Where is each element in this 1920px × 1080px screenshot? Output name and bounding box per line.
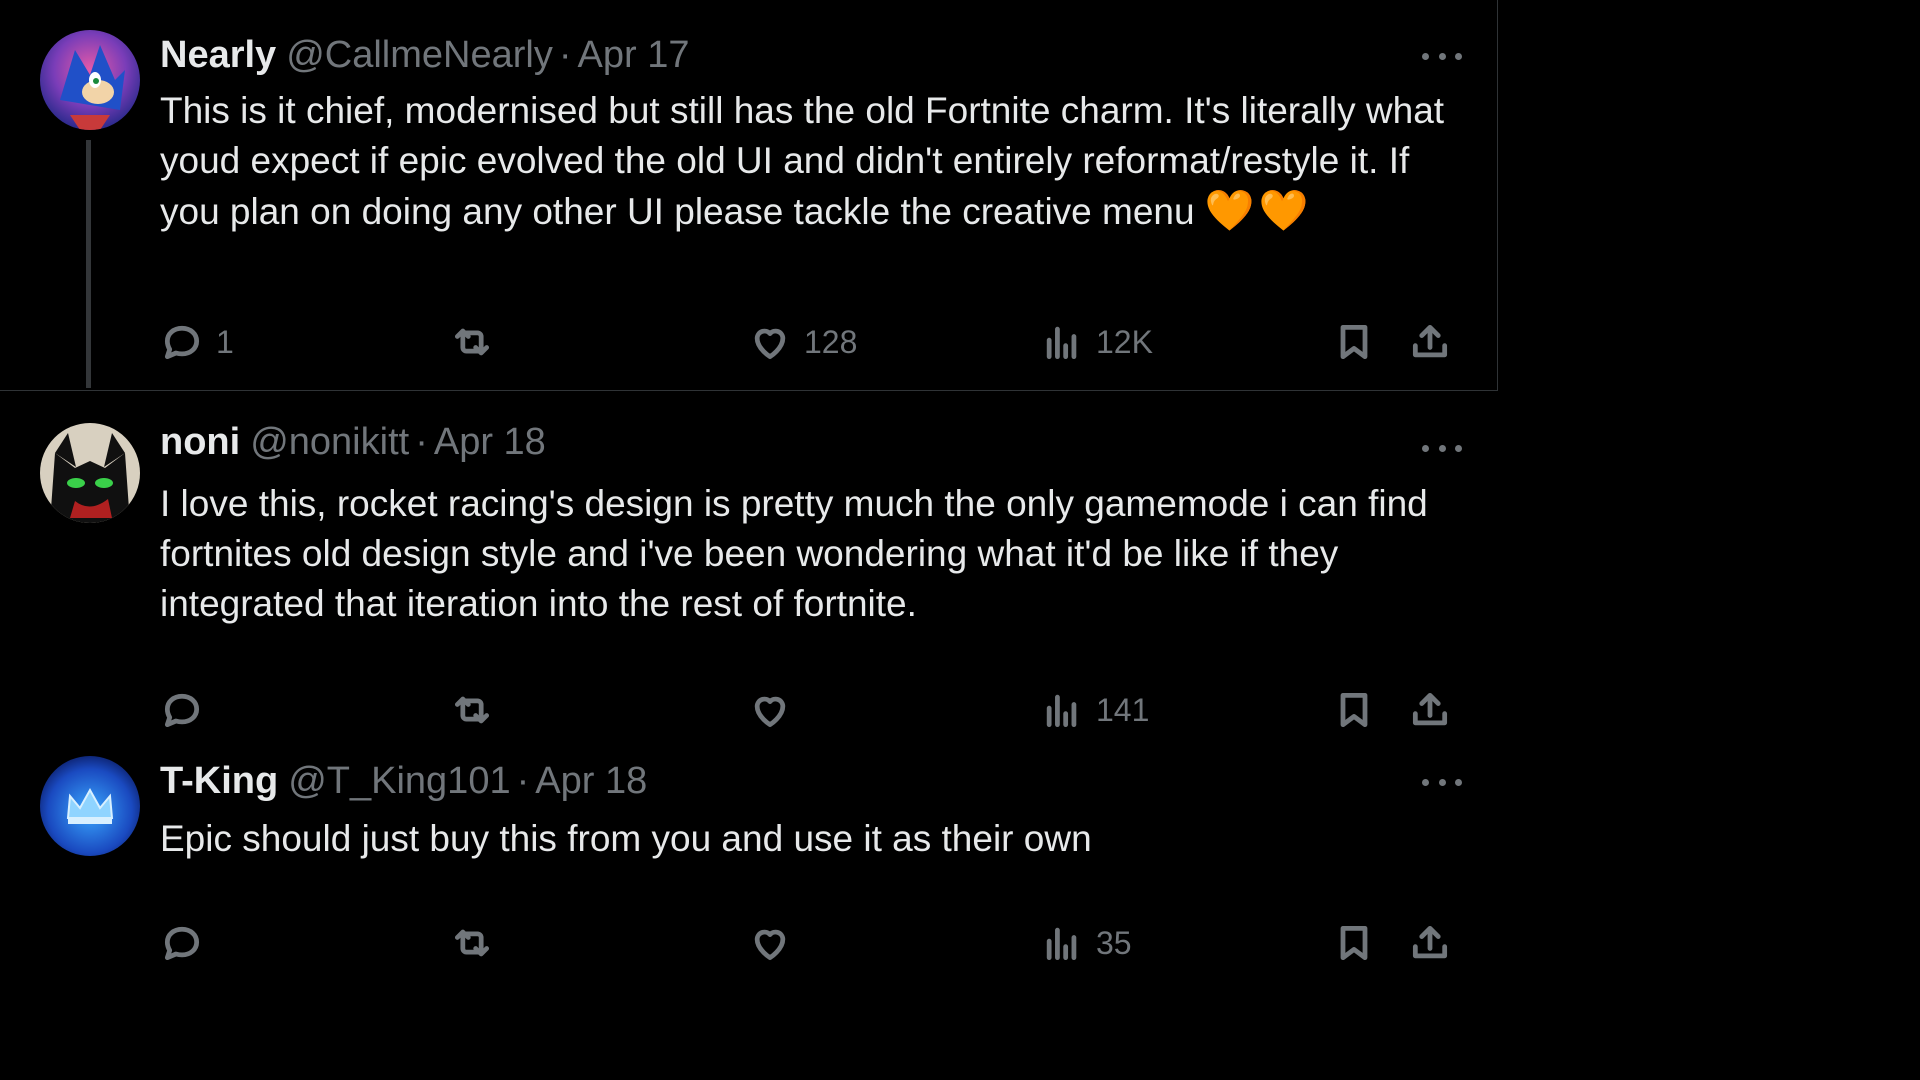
tweet-header: T-King @T_King101 · Apr 18 <box>160 756 647 806</box>
share-button[interactable] <box>1408 918 1452 968</box>
sonic-avatar-icon <box>40 30 140 130</box>
separator-dot: · <box>516 760 530 802</box>
tweet-date[interactable]: Apr 18 <box>535 760 647 802</box>
reply-button[interactable] <box>160 918 216 968</box>
display-name[interactable]: Nearly <box>160 34 276 76</box>
tweet-date[interactable]: Apr 18 <box>434 421 546 463</box>
share-icon <box>1412 324 1448 358</box>
bookmark-button[interactable] <box>1332 317 1376 367</box>
more-options-icon[interactable] <box>1422 438 1462 458</box>
avatar[interactable] <box>40 30 140 130</box>
tweet-header: noni @nonikitt · Apr 18 <box>160 417 546 467</box>
reply-icon <box>164 325 200 360</box>
more-options-icon[interactable] <box>1422 772 1462 792</box>
view-count: 141 <box>1096 691 1150 728</box>
retweet-button[interactable] <box>450 918 506 968</box>
view-count: 12K <box>1096 323 1153 360</box>
reply-icon <box>164 926 200 961</box>
views-button[interactable]: 35 <box>1040 918 1132 968</box>
display-name[interactable]: noni <box>160 421 240 463</box>
share-button[interactable] <box>1408 317 1452 367</box>
share-icon <box>1412 925 1448 959</box>
separator-dot: · <box>558 34 572 76</box>
cat-avatar-icon <box>40 423 140 523</box>
tweet-text: I love this, rocket racing's design is p… <box>160 483 1439 624</box>
tweet[interactable]: Nearly @CallmeNearly · Apr 17 This is it ch… <box>0 0 1498 391</box>
more-options-icon[interactable] <box>1422 46 1462 66</box>
bookmark-button[interactable] <box>1332 918 1376 968</box>
tweet-text: This is it chief, modernised but still h… <box>160 86 1450 237</box>
views-button[interactable]: 12K <box>1040 317 1153 367</box>
heart-icon <box>754 929 786 961</box>
reply-count: 1 <box>216 323 234 360</box>
orange-heart-emoji: 🧡🧡 <box>1204 189 1313 233</box>
tweet-actions: 1 128 12K <box>0 317 1497 367</box>
like-count: 128 <box>804 323 858 360</box>
analytics-icon <box>1046 927 1077 961</box>
retweet-icon <box>454 929 490 957</box>
avatar[interactable] <box>40 423 140 523</box>
tweet-text: Epic should just buy this from you and u… <box>160 818 1092 859</box>
retweet-icon <box>454 328 490 356</box>
user-handle[interactable]: @nonikitt <box>250 421 409 463</box>
view-count: 35 <box>1096 924 1132 961</box>
user-handle[interactable]: @CallmeNearly <box>286 34 553 76</box>
user-handle[interactable]: @T_King101 <box>288 760 510 802</box>
avatar[interactable] <box>40 756 140 856</box>
retweet-button[interactable] <box>450 317 506 367</box>
heart-icon <box>754 328 786 360</box>
tweet-actions: 35 <box>0 918 1497 968</box>
bookmark-icon <box>1340 925 1368 961</box>
reply-button[interactable]: 1 <box>160 317 234 367</box>
tweet[interactable]: T-King @T_King101 · Apr 18 Epic should just… <box>0 726 1497 976</box>
tweet-date[interactable]: Apr 17 <box>578 34 690 76</box>
separator-dot: · <box>415 421 428 463</box>
analytics-icon <box>1046 326 1077 360</box>
crown-avatar-icon <box>40 756 140 856</box>
tweet-header: Nearly @CallmeNearly · Apr 17 <box>160 30 689 80</box>
like-button[interactable] <box>748 918 804 968</box>
like-button[interactable]: 128 <box>748 317 857 367</box>
reply-feed: Nearly @CallmeNearly · Apr 17 This is it ch… <box>0 0 1920 1080</box>
display-name[interactable]: T-King <box>160 760 278 802</box>
tweet[interactable]: noni @nonikitt · Apr 18 I love this, rocket… <box>0 391 1497 728</box>
bookmark-icon <box>1340 324 1368 360</box>
